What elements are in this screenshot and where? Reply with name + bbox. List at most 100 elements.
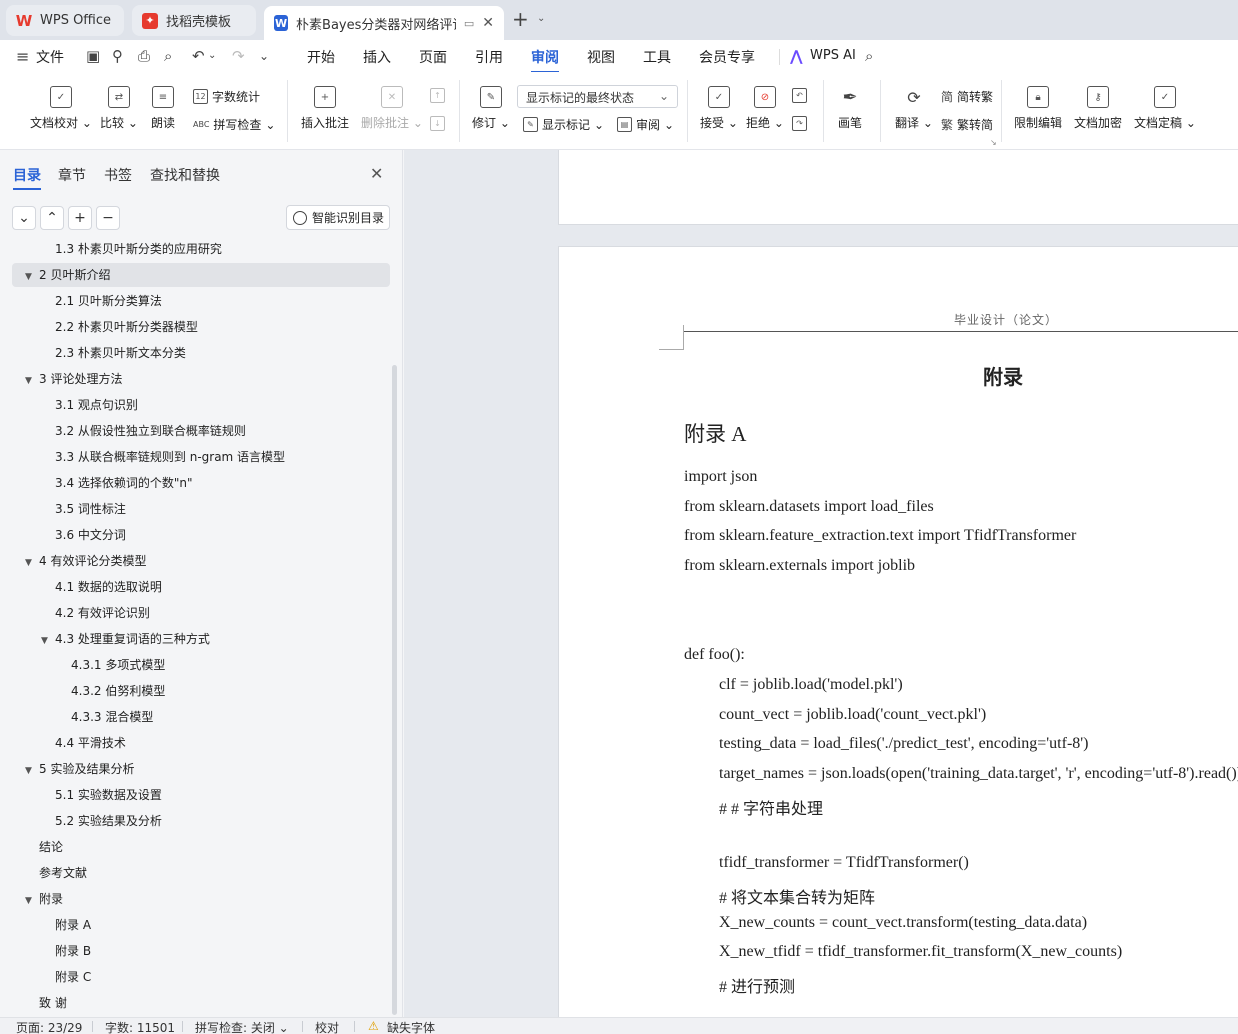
toc-item[interactable]: 致 谢 [0, 991, 395, 1015]
toc-item[interactable]: 2.2 朴素贝叶斯分类器模型 [0, 315, 395, 339]
menu-tools[interactable]: 工具 [643, 47, 671, 67]
toc-item[interactable]: 参考文献 [0, 861, 395, 885]
toc-item[interactable]: ▼ 4 有效评论分类模型 [0, 549, 395, 573]
expand-triangle-icon[interactable]: ▼ [25, 551, 39, 575]
toc-item[interactable]: 4.2 有效评论识别 [0, 601, 395, 625]
toc-item[interactable]: ▼ 2 贝叶斯介绍 [12, 263, 390, 287]
menu-file[interactable]: 文件 [36, 47, 64, 67]
word-count-button[interactable]: 12 字数统计 [193, 88, 260, 105]
tab-wps-office[interactable]: W WPS Office [6, 5, 124, 36]
menu-membership[interactable]: 会员专享 [699, 47, 755, 67]
encrypt-button[interactable]: ⚷ 文档加密 [1074, 86, 1122, 131]
toc-item[interactable]: 3.6 中文分词 [0, 523, 395, 547]
toc-item[interactable]: 结论 [0, 835, 395, 859]
promote-heading-button[interactable]: + [68, 206, 92, 230]
document-page[interactable]: 毕业设计（论文） 附录 附录 A import json from sklearn… [558, 246, 1238, 1017]
toc-item[interactable]: 2.1 贝叶斯分类算法 [0, 289, 395, 313]
menu-home[interactable]: 开始 [307, 47, 335, 67]
proofread-status[interactable]: 校对 [315, 1019, 339, 1034]
translate-button[interactable]: ⟳ 翻译 ⌄ [895, 86, 933, 131]
smart-toc-button[interactable]: 智能识别目录 [286, 205, 390, 230]
toc-item[interactable]: 4.3.2 伯努利模型 [0, 679, 395, 703]
close-tab-icon[interactable]: ✕ [482, 15, 494, 31]
track-changes-button[interactable]: ✎ 修订 ⌄ [472, 86, 510, 131]
collapse-all-button[interactable]: ⌃ [40, 206, 64, 230]
toc-item[interactable]: ▼ 4.3 处理重复词语的三种方式 [0, 627, 395, 651]
chevron-down-icon[interactable]: ⌄ [537, 13, 545, 24]
share-icon[interactable]: ⚲ [112, 47, 123, 65]
undo-icon[interactable]: ↶ [192, 47, 205, 65]
to-traditional-button[interactable]: 简 简转繁 [941, 88, 993, 105]
tab-current-document[interactable]: W 朴素Bayes分类器对网络评论有 ▭ ✕ [264, 6, 504, 40]
previous-comment-button[interactable]: ↑ [430, 88, 445, 103]
toc-item[interactable]: 4.3.1 多项式模型 [0, 653, 395, 677]
menu-review[interactable]: 审阅 [531, 47, 559, 73]
pen-button[interactable]: ✒ 画笔 [838, 86, 862, 131]
search-icon[interactable]: ⌕ [865, 47, 873, 65]
undo-dropdown-icon[interactable]: ⌄ [208, 50, 216, 61]
page-indicator[interactable]: 页面: 23/29 [16, 1019, 82, 1034]
menu-view[interactable]: 视图 [587, 47, 615, 67]
close-pane-icon[interactable]: ✕ [370, 164, 383, 183]
toc-item[interactable]: 附录 B [0, 939, 395, 963]
previous-change-button[interactable]: ↶ [792, 88, 807, 103]
menu-insert[interactable]: 插入 [363, 47, 391, 67]
read-aloud-button[interactable]: ≡ 朗读 [151, 86, 175, 131]
toc-item[interactable]: 4.4 平滑技术 [0, 731, 395, 755]
group-expand-icon[interactable]: ↘ [990, 138, 997, 147]
tab-toc[interactable]: 目录 [13, 165, 41, 190]
expand-triangle-icon[interactable]: ▼ [25, 759, 39, 783]
show-markup-button[interactable]: ✎ 显示标记 ⌄ [523, 116, 604, 133]
spell-check-button[interactable]: ABC 拼写检查 ⌄ [193, 116, 275, 133]
toc-item[interactable]: 附录 A [0, 913, 395, 937]
toc-item[interactable]: 3.4 选择依赖词的个数"n" [0, 471, 395, 495]
toc-item[interactable]: 4.1 数据的选取说明 [0, 575, 395, 599]
print-icon[interactable]: ⎙ [138, 47, 150, 65]
accept-button[interactable]: ✓ 接受 ⌄ [700, 86, 738, 131]
finalize-button[interactable]: ✓ 文档定稿 ⌄ [1134, 86, 1196, 131]
expand-triangle-icon[interactable]: ▼ [25, 265, 39, 289]
next-change-button[interactable]: ↷ [792, 116, 807, 131]
word-count-indicator[interactable]: 字数: 11501 [105, 1019, 175, 1034]
markup-mode-select[interactable]: 显示标记的最终状态 ⌄ [517, 85, 678, 108]
delete-comment-button[interactable]: ✕ 删除批注 ⌄ [361, 86, 423, 131]
expand-triangle-icon[interactable]: ▼ [25, 369, 39, 393]
missing-font-status[interactable]: 缺失字体 [387, 1019, 435, 1034]
expand-triangle-icon[interactable]: ▼ [41, 629, 55, 653]
tab-bookmarks[interactable]: 书签 [104, 165, 132, 185]
toc-item[interactable]: 3.1 观点句识别 [0, 393, 395, 417]
menu-wps-ai[interactable]: WPS AI [810, 48, 856, 63]
expand-all-button[interactable]: ⌄ [12, 206, 36, 230]
toc-item[interactable]: 3.5 词性标注 [0, 497, 395, 521]
menu-page[interactable]: 页面 [419, 47, 447, 67]
toc-item[interactable]: ▼ 5 实验及结果分析 [0, 757, 395, 781]
toc-item[interactable]: 4.3.3 混合模型 [0, 705, 395, 729]
new-tab-button[interactable]: + [512, 9, 529, 29]
hamburger-icon[interactable]: ≡ [16, 47, 29, 66]
demote-heading-button[interactable]: − [96, 206, 120, 230]
reject-button[interactable]: ⊘ 拒绝 ⌄ [746, 86, 784, 131]
redo-icon[interactable]: ↷ [232, 47, 245, 65]
toc-item[interactable]: 5.2 实验结果及分析 [0, 809, 395, 833]
spell-check-status[interactable]: 拼写检查: 关闭 ⌄ [195, 1019, 289, 1034]
monitor-icon[interactable]: ▭ [464, 17, 474, 30]
toc-item[interactable]: ▼ 3 评论处理方法 [0, 367, 395, 391]
review-pane-button[interactable]: ▤ 审阅 ⌄ [617, 116, 674, 133]
proofread-button[interactable]: ✓ 文档校对 ⌄ [30, 86, 92, 131]
insert-comment-button[interactable]: + 插入批注 [301, 86, 349, 131]
restrict-edit-button[interactable]: 🔒︎ 限制编辑 [1014, 86, 1062, 131]
toc-item[interactable]: 2.3 朴素贝叶斯文本分类 [0, 341, 395, 365]
tab-docer-templates[interactable]: ✦ 找稻壳模板 [132, 5, 256, 36]
menu-references[interactable]: 引用 [475, 47, 503, 67]
to-simplified-button[interactable]: 繁 繁转简 [941, 116, 993, 133]
toc-item[interactable]: ▼ 附录 [0, 887, 395, 911]
save-icon[interactable]: ▣ [86, 47, 100, 65]
more-chevron-icon[interactable]: ⌄ [259, 49, 269, 63]
next-comment-button[interactable]: ↓ [430, 116, 445, 131]
expand-triangle-icon[interactable]: ▼ [25, 889, 39, 913]
print-preview-icon[interactable]: ⌕ [164, 47, 172, 65]
toc-item[interactable]: 3.3 从联合概率链规则到 n-gram 语言模型 [0, 445, 395, 469]
toc-item[interactable]: 附录 C [0, 965, 395, 989]
tab-find-replace[interactable]: 查找和替换 [150, 165, 220, 185]
toc-item[interactable]: 1.3 朴素贝叶斯分类的应用研究 [0, 240, 395, 261]
